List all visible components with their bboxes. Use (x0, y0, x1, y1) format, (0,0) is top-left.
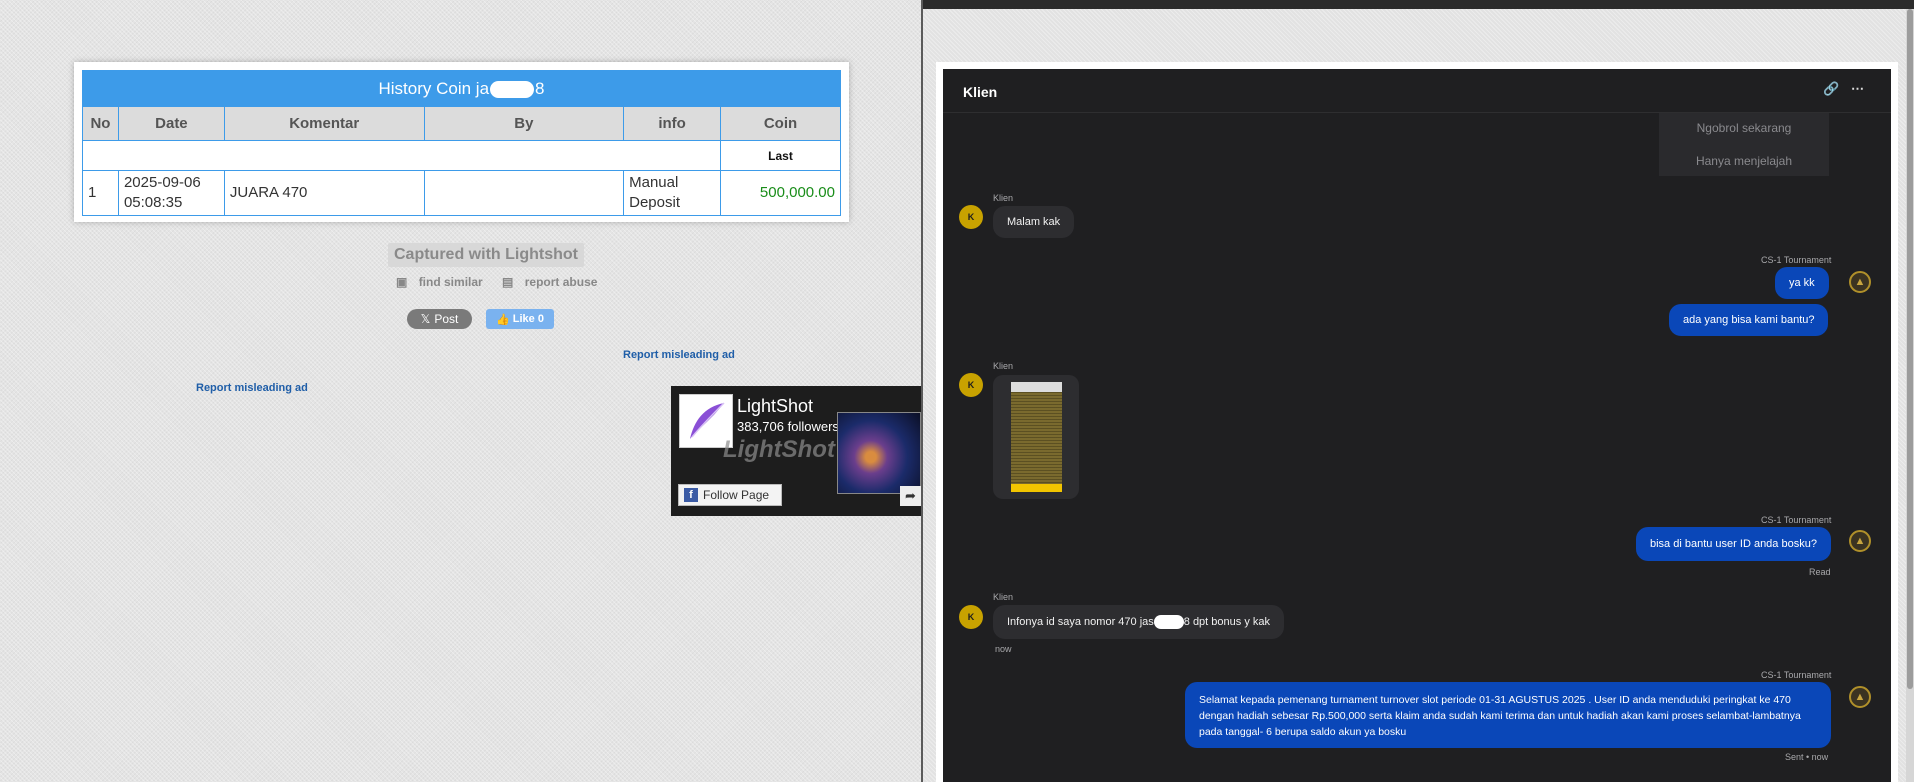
sender-label: Klien (993, 361, 1014, 371)
sent-status: Sent • now (1785, 752, 1829, 762)
incoming-message: Malam kak (993, 206, 1075, 238)
report-abuse-link[interactable]: ▤ report abuse (502, 275, 605, 289)
image-attachment[interactable] (993, 375, 1079, 499)
last-label: Last (720, 140, 841, 171)
agent-avatar: ▲ (1849, 271, 1871, 293)
chat-title: Klien (963, 84, 998, 100)
cell-komentar: JUARA 470 (223, 170, 425, 216)
incoming-message: Infonya id saya nomor 470 jas 8 dpt bonus… (993, 605, 1284, 639)
screenshot-thumbnail (1011, 382, 1062, 492)
quick-reply-option[interactable]: Hanya menjelajah (1659, 146, 1829, 176)
captured-with-lightshot: Captured with Lightshot (388, 243, 584, 267)
lightshot-watermark: LightShot (723, 436, 835, 463)
last-row-spacer (81, 140, 722, 171)
col-header-date: Date (117, 106, 225, 141)
avatar: K (959, 205, 983, 229)
scrollbar-thumb[interactable] (1907, 9, 1913, 689)
sender-label: CS-1 Tournament (1761, 515, 1832, 525)
chat-header: Klien 🔗 ⋯ (943, 69, 1891, 113)
time-status: now (995, 644, 1012, 654)
facebook-page-widget: LightShot 383,706 followers LightShot fF… (671, 386, 921, 516)
sender-label: Klien (993, 592, 1014, 602)
report-misleading-ad-link[interactable]: Report misleading ad (196, 382, 308, 394)
camera-icon: ▣ (396, 275, 408, 289)
lightshot-pane: History Coin ja 8 No Date Komentar By inf… (0, 0, 921, 782)
chat-body: Klien 🔗 ⋯ Ngobrol sekarang Hanya menjela… (943, 69, 1891, 782)
quick-reply-option[interactable]: Ngobrol sekarang (1659, 113, 1829, 143)
history-coin-table: History Coin ja 8 No Date Komentar By inf… (81, 70, 841, 216)
facebook-like-button[interactable]: 👍 Like 0 (486, 309, 554, 329)
chat-window: Klien 🔗 ⋯ Ngobrol sekarang Hanya menjela… (936, 62, 1898, 782)
cell-info: Manual Deposit (623, 170, 722, 216)
outgoing-message: ada yang bisa kami bantu? (1669, 304, 1829, 336)
col-header-komentar: Komentar (223, 106, 425, 141)
fb-page-name[interactable]: LightShot (737, 396, 813, 417)
x-logo-icon: 𝕏 (420, 312, 431, 326)
agent-avatar: ▲ (1849, 530, 1871, 552)
x-post-button[interactable]: 𝕏 Post (407, 309, 472, 329)
fb-cover-preview (837, 412, 921, 494)
more-options-icon[interactable]: ⋯ (1851, 81, 1864, 97)
link-icon[interactable]: 🔗 (1823, 81, 1839, 97)
right-scrollbar[interactable] (1906, 9, 1914, 782)
history-coin-title: History Coin ja 8 (82, 70, 841, 107)
facebook-icon: f (684, 488, 698, 502)
agent-avatar: ▲ (1849, 686, 1871, 708)
outgoing-message: ya kk (1775, 267, 1829, 299)
read-status: Read (1809, 567, 1831, 577)
col-header-by: By (423, 106, 625, 141)
avatar: K (959, 605, 983, 629)
sender-label: CS-1 Tournament (1761, 670, 1832, 680)
table-row: 1 2025-09-06 05:08:35 JUARA 470 Manual Dep… (82, 170, 841, 216)
cell-no: 1 (82, 170, 119, 216)
find-similar-link[interactable]: ▣ find similar (396, 275, 491, 289)
cell-by (423, 170, 625, 216)
share-icon[interactable]: ➦ (900, 486, 921, 506)
redaction-mark (1153, 615, 1184, 629)
outgoing-message: bisa di bantu user ID anda bosku? (1636, 527, 1831, 561)
find-links: ▣ find similar ▤ report abuse (396, 275, 613, 289)
fb-followers-count: 383,706 followers (737, 419, 839, 434)
thumbs-up-icon: 👍 (496, 313, 510, 326)
follow-page-button[interactable]: f Follow Page (678, 484, 782, 506)
report-misleading-ad-link[interactable]: Report misleading ad (623, 349, 735, 361)
redaction-mark (490, 80, 535, 98)
avatar: K (959, 373, 983, 397)
sender-label: CS-1 Tournament (1761, 255, 1832, 265)
clipboard-icon: ▤ (502, 275, 514, 289)
feather-icon (690, 402, 725, 439)
sender-label: Klien (993, 193, 1014, 203)
cell-coin: 500,000.00 (720, 170, 841, 216)
col-header-no: No (82, 106, 119, 141)
history-coin-card: History Coin ja 8 No Date Komentar By inf… (74, 62, 849, 222)
cell-date: 2025-09-06 05:08:35 (117, 170, 225, 216)
col-header-info: info (623, 106, 722, 141)
outgoing-message: Selamat kepada pemenang turnament turnov… (1185, 682, 1831, 748)
col-header-coin: Coin (720, 106, 841, 141)
